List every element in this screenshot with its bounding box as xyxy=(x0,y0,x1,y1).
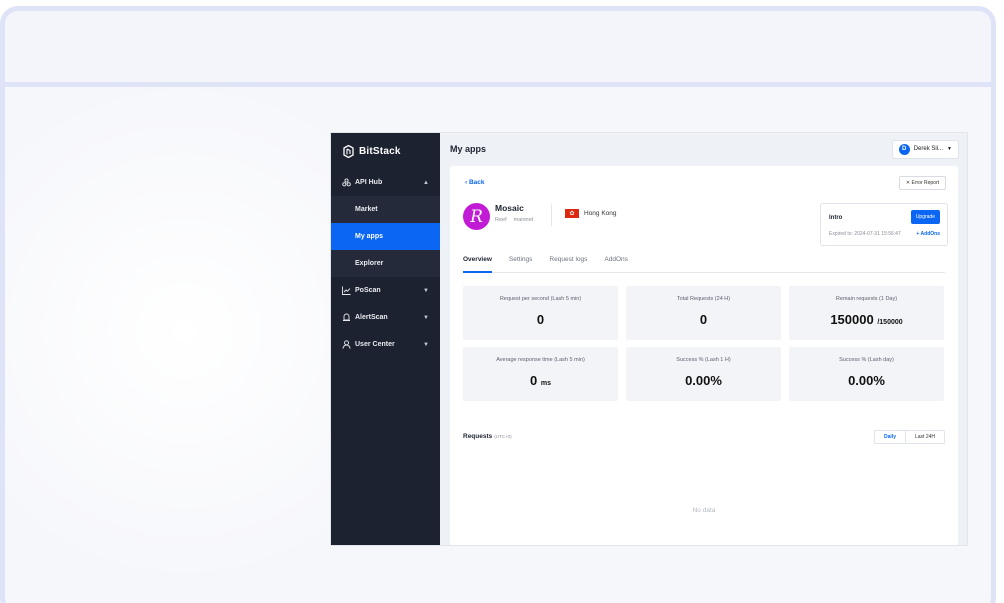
back-link[interactable]: ‹ Back xyxy=(465,179,485,186)
requests-timezone: (UTC+0) xyxy=(494,434,512,439)
sidebar-item-label: PoScan xyxy=(355,287,381,294)
stat-label: Average response time (Lash 5 min) xyxy=(496,357,585,363)
upgrade-button[interactable]: Upgrade xyxy=(910,210,940,224)
app-meta: Reef mainnet xyxy=(495,217,533,223)
app-logo: R xyxy=(463,203,490,230)
stat-suffix: ms xyxy=(540,380,551,387)
stat-value: 0.00% xyxy=(848,373,885,388)
requests-range-toggle: Daily Last 24H xyxy=(874,430,945,444)
sidebar-item-market[interactable]: Market xyxy=(331,196,440,223)
avatar: D xyxy=(898,143,910,155)
brand-name: BitStack xyxy=(359,145,401,157)
bell-icon xyxy=(342,313,351,322)
stat-value: 0 xyxy=(699,312,708,327)
stat-card: Total Requests (24 H) 0 xyxy=(626,286,781,340)
app-name: Mosaic xyxy=(495,203,524,213)
main-content: My apps D Derek Sil... ▼ ‹ Back ✕ Error … xyxy=(440,133,967,545)
brand[interactable]: BitStack xyxy=(331,133,440,169)
chevron-up-icon: ▲ xyxy=(423,179,429,186)
hong-kong-flag-icon: ✿ xyxy=(565,209,579,218)
addons-link[interactable]: + AddOns xyxy=(916,231,940,237)
sidebar-item-api-hub[interactable]: API Hub ▲ xyxy=(331,169,440,196)
back-label: Back xyxy=(468,179,485,186)
sidebar-item-poscan[interactable]: PoScan ▼ xyxy=(331,277,440,304)
stat-label: Total Requests (24 H) xyxy=(676,296,731,302)
stat-label: Success % (Lash 1 H) xyxy=(676,357,731,363)
stat-label: Remain requests (1 Day) xyxy=(835,296,898,302)
stat-card: Average response time (Lash 5 min) 0 ms xyxy=(463,347,618,401)
sidebar-item-my-apps[interactable]: My apps xyxy=(331,223,440,250)
app-region: ✿ Hong Kong xyxy=(565,209,617,218)
chevron-down-icon: ▼ xyxy=(423,341,429,348)
stat-value: 0 xyxy=(536,312,545,327)
user-icon xyxy=(342,340,351,349)
sidebar-item-label: API Hub xyxy=(355,179,383,186)
app-chain: Reef xyxy=(495,217,507,223)
stat-value: 150000 /150000 xyxy=(830,312,903,327)
user-name: Derek Sil... xyxy=(913,146,944,152)
api-hub-submenu: Market My apps Explorer xyxy=(331,196,440,277)
stat-value: 0 ms xyxy=(530,373,551,388)
stat-card: Remain requests (1 Day) 150000 /150000 xyxy=(789,286,944,340)
sidebar-item-explorer[interactable]: Explorer xyxy=(331,250,440,277)
divider xyxy=(551,204,552,226)
chevron-down-icon: ▼ xyxy=(423,314,429,321)
user-menu-button[interactable]: D Derek Sil... ▼ xyxy=(891,139,959,159)
stat-label: Success % (Lash day) xyxy=(839,357,894,363)
app-detail-card: ‹ Back ✕ Error Report R Mosaic Reef main… xyxy=(450,166,958,545)
main-header: My apps D Derek Sil... ▼ xyxy=(440,133,967,165)
error-report-button[interactable]: ✕ Error Report xyxy=(898,176,946,190)
sidebar-item-user-center[interactable]: User Center ▼ xyxy=(331,331,440,358)
toggle-last-24h[interactable]: Last 24H xyxy=(906,431,944,443)
plan-expiry: Expired to: 2024-07-31 15:56:47 xyxy=(829,231,901,237)
requests-title: Requests (UTC+0) xyxy=(463,433,512,440)
tab-bar: Overview Settings Request logs AddOns xyxy=(463,256,945,273)
api-hub-icon xyxy=(342,178,351,187)
error-report-label: Error Report xyxy=(911,180,939,186)
region-name: Hong Kong xyxy=(584,210,617,217)
stat-card: Success % (Lash 1 H) 0.00% xyxy=(626,347,781,401)
tab-overview[interactable]: Overview xyxy=(463,256,492,273)
tab-addons[interactable]: AddOns xyxy=(604,256,628,273)
app-window: BitStack API Hub ▲ Market My apps Explor… xyxy=(330,132,968,546)
sidebar-item-alertscan[interactable]: AlertScan ▼ xyxy=(331,304,440,331)
chevron-down-icon: ▼ xyxy=(423,287,429,294)
plan-name: Intro xyxy=(829,215,843,221)
bitstack-logo-icon xyxy=(343,144,354,158)
stat-value: 0.00% xyxy=(685,373,722,388)
caret-down-icon: ▼ xyxy=(947,146,952,152)
page-title: My apps xyxy=(450,144,487,154)
stats-grid: Request per second (Lash 5 min) 0 Total … xyxy=(463,286,946,401)
app-network: mainnet xyxy=(513,217,534,223)
stat-card: Request per second (Lash 5 min) 0 xyxy=(463,286,618,340)
empty-state-text: No data xyxy=(692,507,716,514)
sidebar-item-label: AlertScan xyxy=(355,314,388,321)
stat-suffix: /150000 xyxy=(877,319,903,326)
stat-label: Request per second (Lash 5 min) xyxy=(499,296,582,302)
tools-icon: ✕ xyxy=(905,180,911,186)
toggle-daily[interactable]: Daily xyxy=(875,431,906,443)
chevron-left-icon: ‹ xyxy=(465,179,468,186)
chart-line-icon xyxy=(342,286,351,295)
stat-card: Success % (Lash day) 0.00% xyxy=(789,347,944,401)
tab-settings[interactable]: Settings xyxy=(509,256,533,273)
tab-request-logs[interactable]: Request logs xyxy=(549,256,587,273)
sidebar: BitStack API Hub ▲ Market My apps Explor… xyxy=(331,133,440,545)
plan-box: Intro Upgrade Expired to: 2024-07-31 15:… xyxy=(820,203,948,246)
sidebar-item-label: User Center xyxy=(355,341,395,348)
